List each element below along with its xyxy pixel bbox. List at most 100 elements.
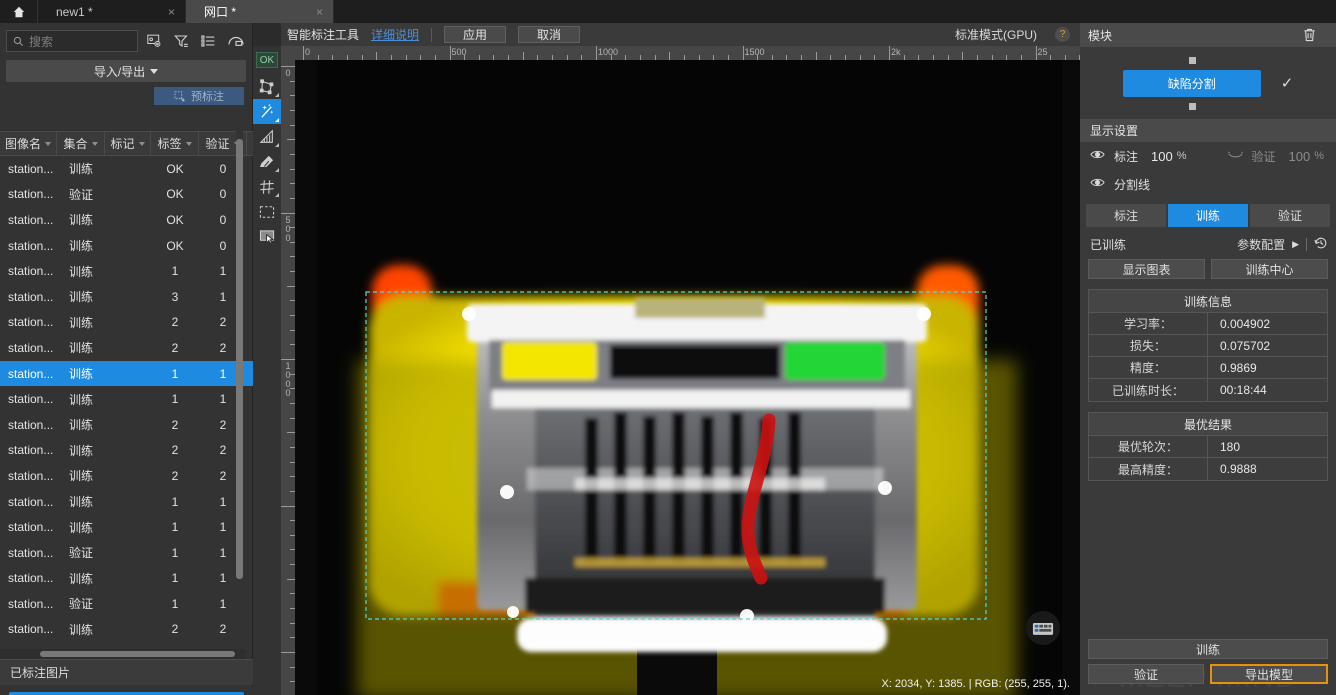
tab-bar: new1 * × 网口 * ×	[0, 0, 1336, 23]
table-cell: station...	[8, 289, 54, 304]
prelabel-button[interactable]: 预标注	[154, 87, 244, 105]
progress-container: 20/20	[0, 687, 253, 695]
tab-wangkou[interactable]: 网口 * ×	[186, 0, 334, 23]
magic-wand-tool-icon[interactable]	[253, 99, 281, 124]
table-row[interactable]: station... 训练 OK 0	[0, 156, 253, 182]
image-settings-icon[interactable]	[144, 31, 165, 52]
table-row[interactable]: station... 训练 2 2	[0, 463, 253, 489]
list-vertical-scrollbar[interactable]	[236, 131, 243, 618]
close-icon[interactable]: ×	[316, 5, 323, 19]
eye-icon[interactable]	[1090, 149, 1105, 163]
tool-expand-corner[interactable]	[275, 168, 279, 172]
table-row[interactable]: station... 训练 1 1	[0, 386, 253, 412]
eye-icon[interactable]	[1090, 177, 1105, 191]
training-center-button[interactable]: 训练中心	[1211, 259, 1328, 279]
tab-validate[interactable]: 验证	[1250, 204, 1330, 227]
table-cell: station...	[8, 264, 54, 279]
table-row[interactable]: station... 训练 2 2	[0, 438, 253, 464]
display-settings-title: 显示设置	[1080, 119, 1336, 142]
table-cell: 1	[171, 596, 179, 611]
table-row[interactable]: station... 验证 OK 0	[0, 182, 253, 208]
table-row[interactable]: station... 训练 2 2	[0, 335, 253, 361]
marquee-tool-icon[interactable]	[253, 199, 281, 224]
list-icon[interactable]	[198, 31, 219, 52]
display-row-annotation: 标注 100 % 验证 100 %	[1080, 142, 1336, 170]
column-header-image-name[interactable]: 图像名	[0, 132, 57, 155]
eye-off-icon[interactable]	[1227, 149, 1243, 163]
table-row[interactable]: station... 训练 2 2	[0, 310, 253, 336]
tab-new1[interactable]: new1 * ×	[38, 0, 186, 23]
tool-expand-corner[interactable]	[275, 93, 279, 97]
table-row[interactable]: station... 训练 1 1	[0, 566, 253, 592]
ruler-label: 0	[285, 68, 291, 78]
close-icon[interactable]: ×	[168, 5, 175, 19]
keyboard-shortcut-icon[interactable]	[1026, 611, 1060, 645]
validate-button[interactable]: 验证	[1088, 664, 1204, 684]
prelabel-row: 预标注	[0, 82, 252, 110]
table-row[interactable]: station... 训练 2 2	[0, 617, 253, 643]
row-key: 最优轮次：	[1089, 436, 1208, 457]
list-horizontal-scrollbar[interactable]	[0, 649, 245, 659]
table-header: 图像名 集合 标记 标签 验证	[0, 131, 253, 156]
table-row[interactable]: station... 验证 1 1	[0, 591, 253, 617]
table-row[interactable]: station... 验证 1 1	[0, 540, 253, 566]
tool-expand-corner[interactable]	[275, 118, 279, 122]
tool-expand-corner[interactable]	[275, 143, 279, 147]
help-icon[interactable]: ?	[1055, 27, 1070, 42]
cancel-button[interactable]: 取消	[518, 26, 581, 43]
tab-annotate[interactable]: 标注	[1086, 204, 1166, 227]
import-export-dropdown[interactable]: 导入/导出	[6, 60, 246, 82]
tab-train[interactable]: 训练	[1168, 204, 1248, 227]
apply-button[interactable]: 应用	[444, 26, 507, 43]
node-handle-top[interactable]	[1188, 56, 1196, 64]
table-cell: 1	[171, 366, 179, 381]
tab-label: 标注	[1113, 209, 1138, 223]
image-canvas[interactable]	[295, 60, 1080, 695]
table-row[interactable]: station... 训练 1 1	[0, 258, 253, 284]
smart-annotation-toolbar: 智能标注工具 详细说明 应用 取消 标准模式(GPU) ?	[281, 23, 1080, 46]
scrollbar-thumb[interactable]	[236, 139, 243, 579]
shape-tool-icon[interactable]	[253, 124, 281, 149]
annotation-opacity-value[interactable]: 100	[1151, 149, 1173, 164]
grid-tool-icon[interactable]	[253, 174, 281, 199]
tool-expand-corner[interactable]	[275, 193, 279, 197]
trained-status-label: 已训练	[1090, 237, 1127, 252]
column-header-mark[interactable]: 标记	[105, 132, 151, 155]
sort-icon[interactable]	[225, 31, 246, 52]
polygon-tool-icon[interactable]	[253, 74, 281, 99]
table-row[interactable]: station... 训练 2 2	[0, 412, 253, 438]
param-config-button[interactable]: 参数配置	[1237, 236, 1285, 253]
train-button[interactable]: 训练	[1088, 639, 1328, 659]
table-cell	[105, 438, 151, 464]
table-row[interactable]: station... 训练 1 1	[0, 514, 253, 540]
history-icon[interactable]	[1314, 236, 1328, 253]
chevron-right-icon[interactable]: ▶	[1292, 239, 1299, 250]
column-header-label[interactable]: 标签	[151, 132, 199, 155]
export-model-button[interactable]: 导出模型	[1210, 664, 1328, 684]
annotated-image[interactable]	[317, 60, 1062, 695]
trash-icon[interactable]	[1303, 28, 1316, 42]
show-chart-button[interactable]: 显示图表	[1088, 259, 1205, 279]
home-button[interactable]	[0, 0, 38, 23]
column-header-set[interactable]: 集合	[57, 132, 105, 155]
table-row[interactable]: station... 训练 1 1	[0, 360, 253, 387]
table-row[interactable]: station... 训练 OK 0	[0, 233, 253, 259]
pointer-select-tool-icon[interactable]	[253, 224, 281, 249]
ok-badge-icon[interactable]: OK	[253, 46, 281, 74]
module-graph-area[interactable]: 缺陷分割 ✓	[1080, 47, 1336, 119]
display-row-segmentation-line: 分割线	[1080, 170, 1336, 198]
eraser-tool-icon[interactable]	[253, 149, 281, 174]
scrollbar-thumb[interactable]	[40, 651, 235, 657]
details-link[interactable]: 详细说明	[371, 26, 419, 43]
verify-opacity-value[interactable]: 100	[1289, 149, 1311, 164]
table-row[interactable]: station... 训练 1 1	[0, 489, 253, 515]
ruler-major-tick	[281, 66, 295, 67]
canvas-status-bar: X: 2034, Y: 1385. | RGB: (255, 255, 1).	[295, 673, 1080, 695]
node-handle-bottom[interactable]	[1188, 102, 1196, 110]
table-cell: 1	[171, 545, 179, 560]
table-row[interactable]: station... 训练 3 1	[0, 284, 253, 310]
search-input[interactable]: 搜索	[6, 30, 138, 52]
module-node-defect-segmentation[interactable]: 缺陷分割	[1122, 56, 1261, 110]
table-row[interactable]: station... 训练 OK 0	[0, 207, 253, 233]
filter-icon[interactable]	[171, 31, 192, 52]
